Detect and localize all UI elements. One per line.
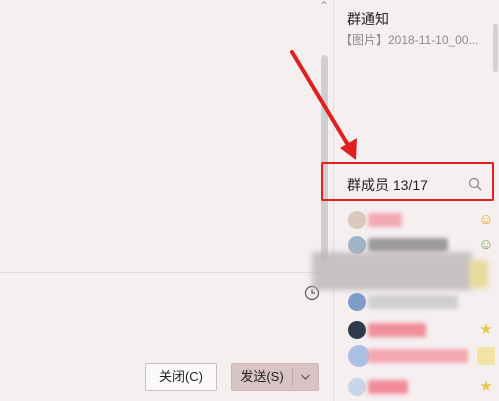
member-item[interactable]: [340, 290, 495, 314]
member-name-blurred: [368, 295, 458, 309]
group-notice-title[interactable]: 群通知: [347, 9, 389, 29]
pixelated-region: [312, 252, 472, 290]
badge-icon: [477, 347, 495, 365]
avatar: [348, 321, 366, 339]
pixelated-region: [470, 260, 488, 288]
avatar: [348, 345, 370, 367]
avatar: [348, 378, 366, 396]
chevron-down-icon[interactable]: [300, 365, 311, 399]
notice-scrollbar[interactable]: [493, 24, 498, 72]
send-button-label: 发送(S): [240, 369, 284, 384]
member-name-blurred: [368, 380, 408, 394]
avatar: [348, 211, 366, 229]
member-name-blurred: [368, 349, 468, 363]
group-members-title[interactable]: 群成员 13/17: [347, 175, 428, 195]
admin-icon: ☺: [478, 236, 494, 253]
input-divider: [0, 272, 333, 273]
member-name-blurred: [368, 213, 402, 227]
star-icon: ★: [479, 378, 493, 395]
star-icon: ★: [479, 321, 493, 338]
member-item[interactable]: [340, 344, 495, 368]
member-item[interactable]: ☺: [340, 208, 495, 232]
owner-icon: ☺: [478, 211, 494, 228]
close-button-label: 关闭(C): [158, 369, 204, 384]
member-name-blurred: [368, 238, 448, 252]
group-notice-preview[interactable]: 【图片】2018-11-10_00...: [340, 31, 499, 48]
message-scrollbar-thumb[interactable]: [321, 55, 328, 260]
send-button[interactable]: 发送(S): [231, 363, 319, 391]
member-item[interactable]: ★: [340, 375, 495, 399]
message-history-area[interactable]: [0, 0, 333, 272]
avatar: [348, 293, 366, 311]
scroll-up-arrow-icon[interactable]: ⌃: [317, 0, 331, 12]
member-item[interactable]: ★: [340, 318, 495, 342]
chat-main-panel: ⌃ 关闭(C) 发送(S): [0, 0, 333, 401]
member-name-blurred: [368, 323, 426, 337]
search-icon[interactable]: [468, 177, 482, 191]
close-button[interactable]: 关闭(C): [145, 363, 217, 391]
send-button-separator: [292, 368, 293, 386]
